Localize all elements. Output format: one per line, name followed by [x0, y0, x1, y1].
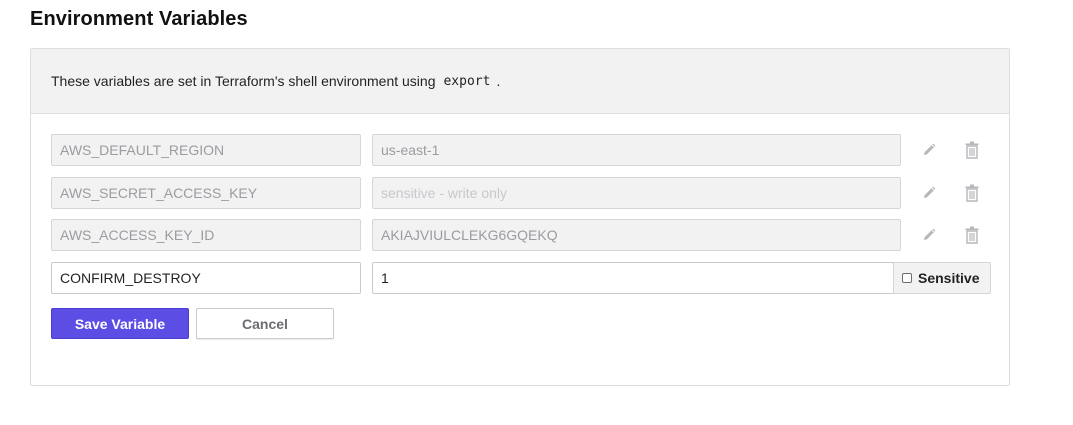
variable-key-field: AWS_DEFAULT_REGION: [51, 134, 361, 166]
delete-button[interactable]: [962, 140, 982, 160]
env-variables-panel: These variables are set in Terraform's s…: [30, 48, 1010, 386]
description-period: .: [496, 73, 501, 89]
variable-key-field: AWS_SECRET_ACCESS_KEY: [51, 177, 361, 209]
page-title: Environment Variables: [30, 8, 248, 30]
pencil-icon: [924, 143, 936, 155]
sensitive-checkbox[interactable]: [902, 273, 912, 283]
new-variable-key-input[interactable]: CONFIRM_DESTROY: [51, 262, 361, 294]
variable-key-field: AWS_ACCESS_KEY_ID: [51, 219, 361, 251]
panel-description: These variables are set in Terraform's s…: [31, 49, 1009, 114]
trash-icon: [965, 184, 979, 202]
trash-icon: [965, 226, 979, 244]
description-text: These variables are set in Terraform's s…: [51, 73, 436, 89]
variable-value-field: AKIAJVIULCLEKG6GQEKQ: [372, 219, 901, 251]
new-variable-value-input[interactable]: 1: [372, 262, 894, 294]
sensitive-toggle[interactable]: Sensitive: [893, 262, 991, 294]
cancel-button[interactable]: Cancel: [196, 308, 334, 339]
delete-button[interactable]: [962, 183, 982, 203]
edit-button[interactable]: [919, 183, 939, 203]
sensitive-label: Sensitive: [918, 270, 980, 286]
save-variable-button[interactable]: Save Variable: [51, 308, 189, 339]
edit-button[interactable]: [919, 140, 939, 160]
export-code: export: [443, 73, 491, 89]
pencil-icon: [924, 228, 936, 240]
pencil-icon: [924, 186, 936, 198]
variable-value-field: us-east-1: [372, 134, 901, 166]
delete-button[interactable]: [962, 225, 982, 245]
trash-icon: [965, 141, 979, 159]
edit-button[interactable]: [919, 225, 939, 245]
variable-value-field: sensitive - write only: [372, 177, 901, 209]
